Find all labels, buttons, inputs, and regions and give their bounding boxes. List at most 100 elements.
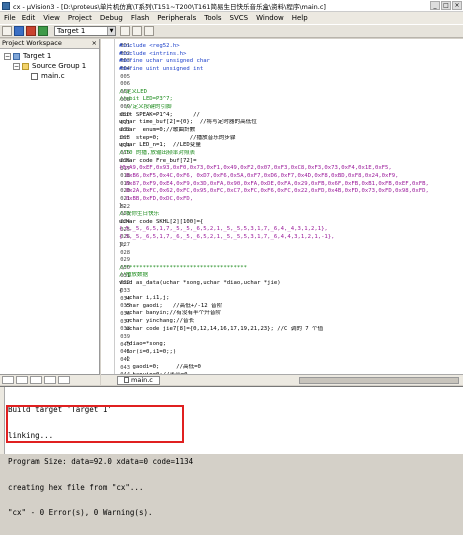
menu-flash[interactable]: Flash [127,14,153,22]
code-line[interactable]: {.5,_5,_6,5,1,7,_6,_5,_6,5,2,1,_5,_5,5,3… [119,234,463,242]
build-icon[interactable] [14,26,24,36]
code-line[interactable]: for(i=0,i1=0;;) [119,349,463,357]
manage-components-icon[interactable] [144,26,154,36]
menu-edit[interactable]: Edit [18,14,40,22]
code-line[interactable]: uchar LED_n=1; //LED变量 [119,142,463,150]
code-line[interactable]: #include <reg52.h> [119,43,463,51]
project-workspace: Project Workspace × − Target 1 − Source … [0,39,100,385]
code-line[interactable] [119,81,463,89]
horizontal-scrollbar[interactable] [299,376,459,384]
code-line[interactable]: sbit SPEAK=P1^4; // [119,112,463,120]
code-line[interactable]: 0x87,0xF9,0xE4,0xF9,0x3D,0xFA,0x90,0xFA,… [119,181,463,189]
code-line[interactable]: {.5,_5,_6,5,1,7,_5,_5,_6,5,2,1,_5,_5,5,3… [119,226,463,234]
tree-item-target[interactable]: − Target 1 [4,51,99,61]
code-line[interactable]: 0x2A,0xFC,0x62,0xFC,0x95,0xFC,0xC7,0xFC,… [119,188,463,196]
menu-peripherals[interactable]: Peripherals [153,14,200,22]
collapse-icon[interactable]: − [13,62,20,70]
chevron-down-icon[interactable]: ▼ [107,27,115,35]
code-line[interactable]: 0xBB,0xFD,0xDC,0xFD, [119,196,463,204]
editor-tabbar: main.c [101,374,463,385]
files-tab-icon[interactable] [2,376,14,384]
code-line[interactable]: int step=0; //播放音乐的步骤 [119,135,463,143]
templates-tab-icon[interactable] [58,376,70,384]
code-line[interactable]: //T0 的播,放输出频率对照表 [119,150,463,158]
code-line[interactable]: //定义LED [119,89,463,97]
code-line[interactable] [119,249,463,257]
collapse-icon[interactable]: − [4,52,11,60]
tree-item-label: Target 1 [23,52,52,60]
code-line[interactable]: //sbit LED=P3^7; [119,96,463,104]
output-window-handle[interactable] [0,387,5,454]
code-line[interactable]: //************************************ [119,265,463,273]
translate-icon[interactable] [2,26,12,36]
target-options-icon[interactable] [120,26,130,36]
code-line[interactable]: 0xB6,0xF5,0x4C,0xF6, 0xD7,0xF6,0x5A,0xF7… [119,173,463,181]
menu-help[interactable]: Help [288,14,312,22]
code-line[interactable] [119,333,463,341]
code-line[interactable]: //播放数据 [119,272,463,280]
window-title: cx - µVision3 - [D:\proteus\单片机仿真\T系列\T1… [13,2,326,11]
tree-item-label: main.c [41,72,65,80]
code-line[interactable]: }; [119,203,463,211]
code-editor[interactable]: 001 002 003 004 005 006 007 008 009 010 011 012 013 0… [101,39,463,374]
code-line[interactable]: { [119,288,463,296]
code-line[interactable]: void as_data(uchar *song,uchar *diao,uch… [119,280,463,288]
menu-bar: File Edit View Project Debug Flash Perip… [0,12,463,24]
result-highlight-box [6,405,184,443]
functions-tab-icon[interactable] [44,376,56,384]
file-icon [124,377,129,383]
menu-svcs[interactable]: SVCS [226,14,253,22]
target-select[interactable]: Target 1 ▼ [54,26,116,36]
code-line[interactable] [119,257,463,265]
code-area[interactable]: #include <reg52.h> #include <intrins.h> #d… [119,43,463,374]
code-line[interactable]: uchar code jie7[8]={0,12,14,16,17,19,21,… [119,326,463,334]
code-line[interactable]: #include <intrins.h> [119,51,463,59]
minimize-button[interactable]: _ [430,1,440,10]
file-extensions-icon[interactable] [132,26,142,36]
code-line[interactable]: uchar time_buf[2]={0}; //将写定时器的高低位 [119,119,463,127]
download-icon[interactable] [38,26,48,36]
books-tab-icon[interactable] [30,376,42,384]
code-line[interactable]: uchar banyin;//有没有半个升音阶 [119,310,463,318]
build-line: creating hex file from "cx"... [8,482,144,492]
title-bar: cx - µVision3 - [D:\proteus\单片机仿真\T系列\T1… [0,0,463,12]
regs-tab-icon[interactable] [16,376,28,384]
menu-window[interactable]: Window [252,14,288,22]
tree-item-main-c[interactable]: main.c [4,71,99,81]
close-icon[interactable]: × [92,39,97,48]
window-controls: _ □ × [430,1,462,10]
code-line[interactable]: {0xA9,0xEF,0x93,0xF0,0x73,0xF1,0x49,0xF2… [119,165,463,173]
workspace-title: Project Workspace [2,39,62,47]
menu-project[interactable]: Project [64,14,96,22]
code-line[interactable]: #define uchar unsigned char [119,58,463,66]
workspace-tabs [0,374,100,385]
project-tree: − Target 1 − Source Group 1 main.c [0,49,99,81]
code-line[interactable]: uchar i,i1,j; [119,295,463,303]
code-line[interactable] [119,74,463,82]
code-line[interactable]: uchar enum=0;//歌曲計數 [119,127,463,135]
code-line[interactable]: { [119,356,463,364]
tab-label: main.c [131,375,153,384]
build-output-window: Build target 'Target 1' linking... Progr… [0,386,463,517]
code-line[interactable]: uchar code SKHL[2][100]={ [119,219,463,227]
code-line[interactable]: //祝你生日快乐 [119,211,463,219]
code-line[interactable]: uchar code Fre_buf[72]= [119,158,463,166]
code-line[interactable]: }; [119,242,463,250]
code-line[interactable]: char gaodi; //高低+/-12 音阶 [119,303,463,311]
menu-view[interactable]: View [39,14,64,22]
code-line[interactable]: uchar yinchang;//音长 [119,318,463,326]
tree-item-label: Source Group 1 [32,62,87,70]
tree-item-source-group[interactable]: − Source Group 1 [4,61,99,71]
code-line[interactable]: gaodi=0; //高低=0 [119,364,463,372]
menu-file[interactable]: File [2,14,18,22]
maximize-button[interactable]: □ [441,1,451,10]
code-line[interactable]: *diao=*song; [119,341,463,349]
close-button[interactable]: × [452,1,462,10]
tab-main-c[interactable]: main.c [117,375,160,385]
rebuild-icon[interactable] [26,26,36,36]
menu-tools[interactable]: Tools [200,14,225,22]
file-icon [31,72,38,80]
code-line[interactable]: //定义按键的引脚 [119,104,463,112]
code-line[interactable]: #define uint unsigned int [119,66,463,74]
menu-debug[interactable]: Debug [96,14,127,22]
